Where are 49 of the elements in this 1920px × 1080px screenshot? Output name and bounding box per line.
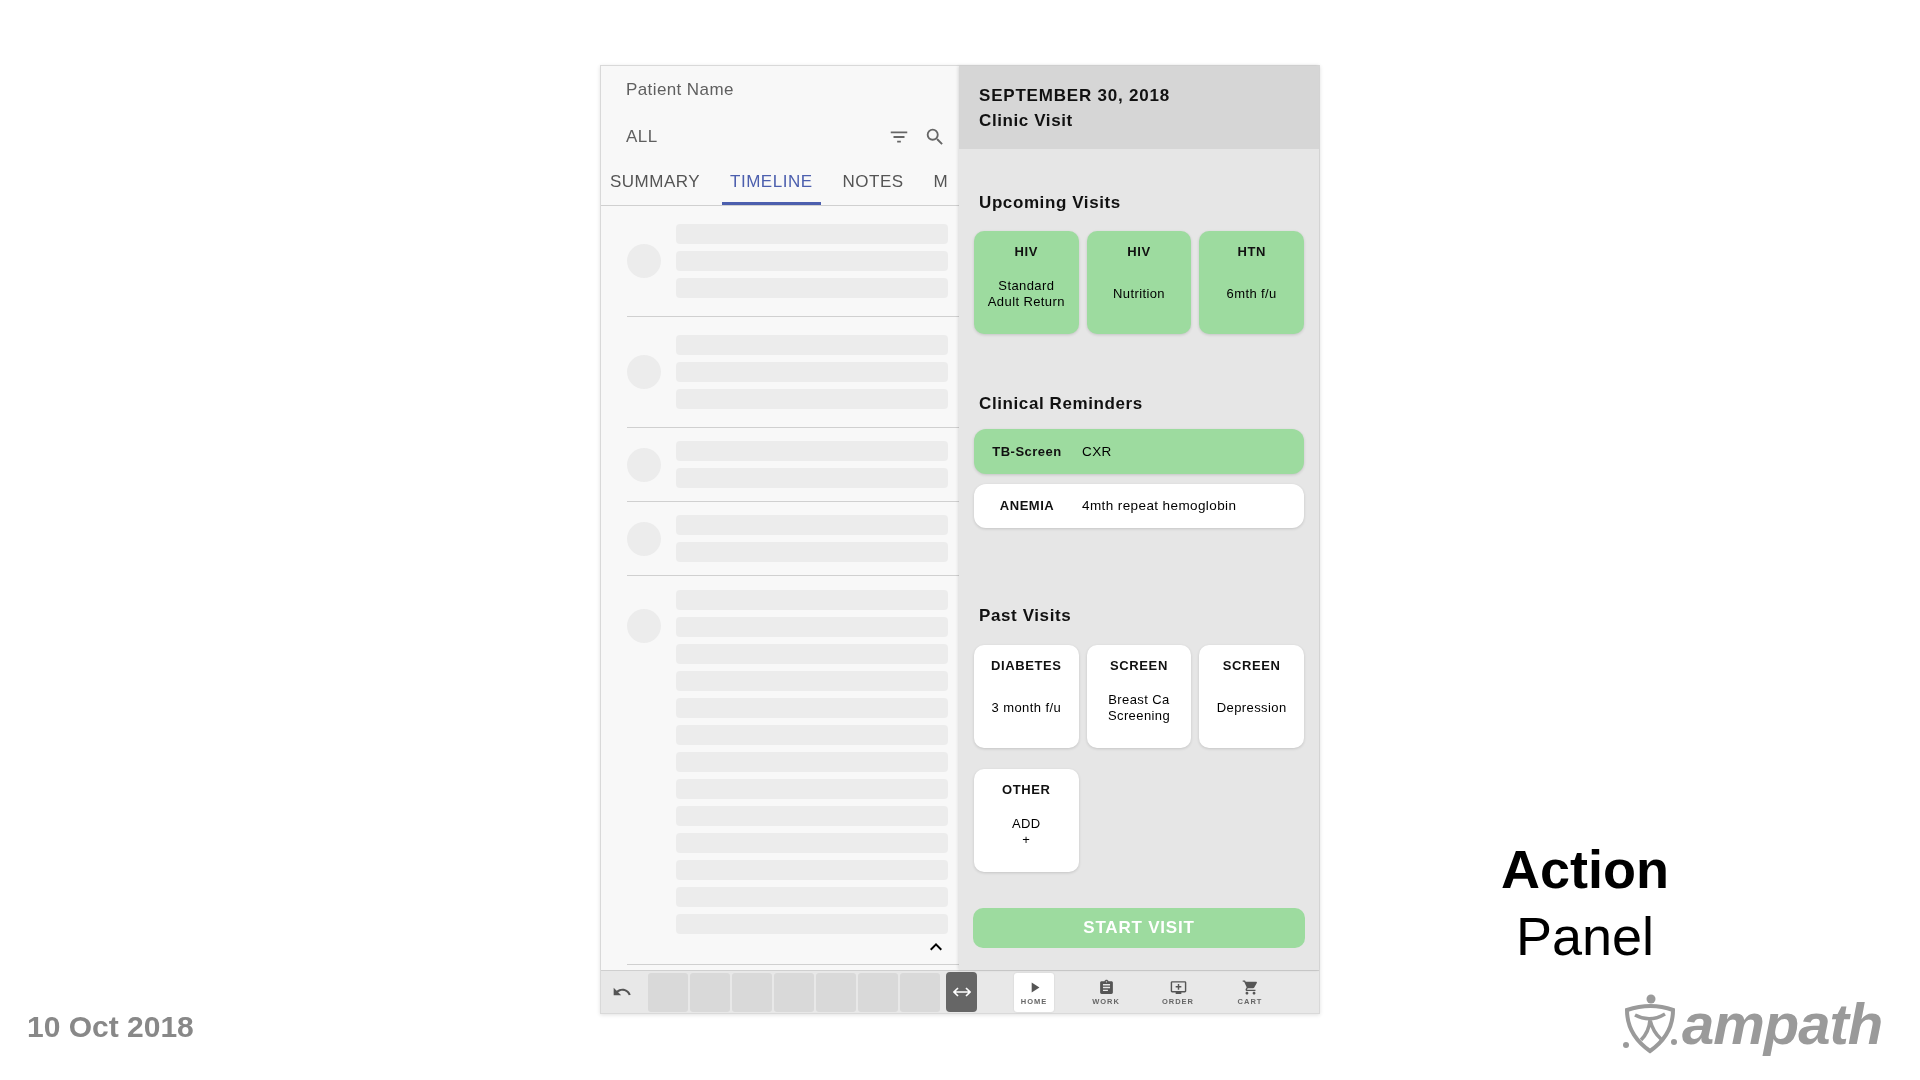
section-heading: Upcoming Visits bbox=[979, 193, 1121, 212]
tab[interactable]: SUMMARY bbox=[602, 157, 709, 205]
visit-card[interactable]: DIABETES 3 month f/u bbox=[974, 645, 1079, 748]
reminder-label: TB-Screen bbox=[992, 443, 1062, 460]
visit-category: HIV bbox=[1014, 244, 1039, 260]
visit-category: HIV bbox=[1127, 244, 1151, 260]
visit-description: ADD + bbox=[1012, 816, 1041, 848]
visit-card[interactable]: SCREEN Breast Ca Screening bbox=[1086, 645, 1192, 748]
reminder-detail: 4mth repeat hemoglobin bbox=[1082, 498, 1237, 514]
visit-description: 6mth f/u bbox=[1226, 286, 1277, 302]
filter-value[interactable]: ALL bbox=[626, 125, 658, 149]
reminder-row[interactable]: ANEMIA 4mth repeat hemoglobin bbox=[974, 484, 1304, 528]
visit-category: HTN bbox=[1237, 244, 1266, 260]
search-icon[interactable] bbox=[924, 126, 946, 148]
tab[interactable]: M bbox=[925, 157, 957, 205]
shield-logo-icon bbox=[1622, 994, 1678, 1054]
visit-description: Depression bbox=[1216, 700, 1287, 716]
double-arrow-icon bbox=[952, 987, 971, 997]
visit-category: OTHER bbox=[1002, 782, 1051, 798]
visit-date: SEPTEMBER 30, 2018 bbox=[979, 85, 1171, 107]
monitor-plus-icon bbox=[1169, 978, 1187, 996]
section-heading: Clinical Reminders bbox=[979, 394, 1143, 413]
logo-wordmark: ampath bbox=[1682, 994, 1883, 1054]
visit-description: 3 month f/u bbox=[991, 700, 1062, 716]
clipboard-icon bbox=[1097, 978, 1115, 996]
visit-card[interactable]: OTHER ADD + bbox=[974, 769, 1079, 872]
visit-category: SCREEN bbox=[1110, 658, 1168, 674]
visit-card[interactable]: SCREEN Depression bbox=[1199, 645, 1304, 748]
visit-card[interactable]: HIV Nutrition bbox=[1086, 231, 1192, 334]
swap-button[interactable] bbox=[946, 972, 977, 1012]
visit-card[interactable]: HTN 6mth f/u bbox=[1199, 231, 1304, 334]
patient-name: Patient Name bbox=[626, 80, 734, 99]
visit-description: Nutrition bbox=[1113, 286, 1165, 302]
reminder-row[interactable]: TB-Screen CXR bbox=[974, 429, 1304, 474]
visit-category: SCREEN bbox=[1222, 658, 1281, 674]
slide-date: 10 Oct 2018 bbox=[27, 1010, 194, 1044]
reminder-detail: CXR bbox=[1082, 443, 1112, 460]
section-heading: Past Visits bbox=[979, 606, 1072, 625]
visit-category: DIABETES bbox=[991, 658, 1062, 674]
slide-title: Panel bbox=[1515, 905, 1655, 968]
visit-description: Breast Ca Screening bbox=[1107, 692, 1171, 724]
tab[interactable]: TIMELINE bbox=[722, 157, 821, 205]
visit-type: Clinic Visit bbox=[979, 110, 1073, 132]
reminder-label: ANEMIA bbox=[999, 498, 1055, 514]
cart-icon bbox=[1241, 978, 1259, 996]
slide-title: Action bbox=[1501, 838, 1669, 901]
visit-description: Standard Adult Return bbox=[987, 278, 1065, 310]
visit-card[interactable]: HIV Standard Adult Return bbox=[974, 231, 1079, 334]
tab[interactable]: NOTES bbox=[834, 157, 912, 205]
